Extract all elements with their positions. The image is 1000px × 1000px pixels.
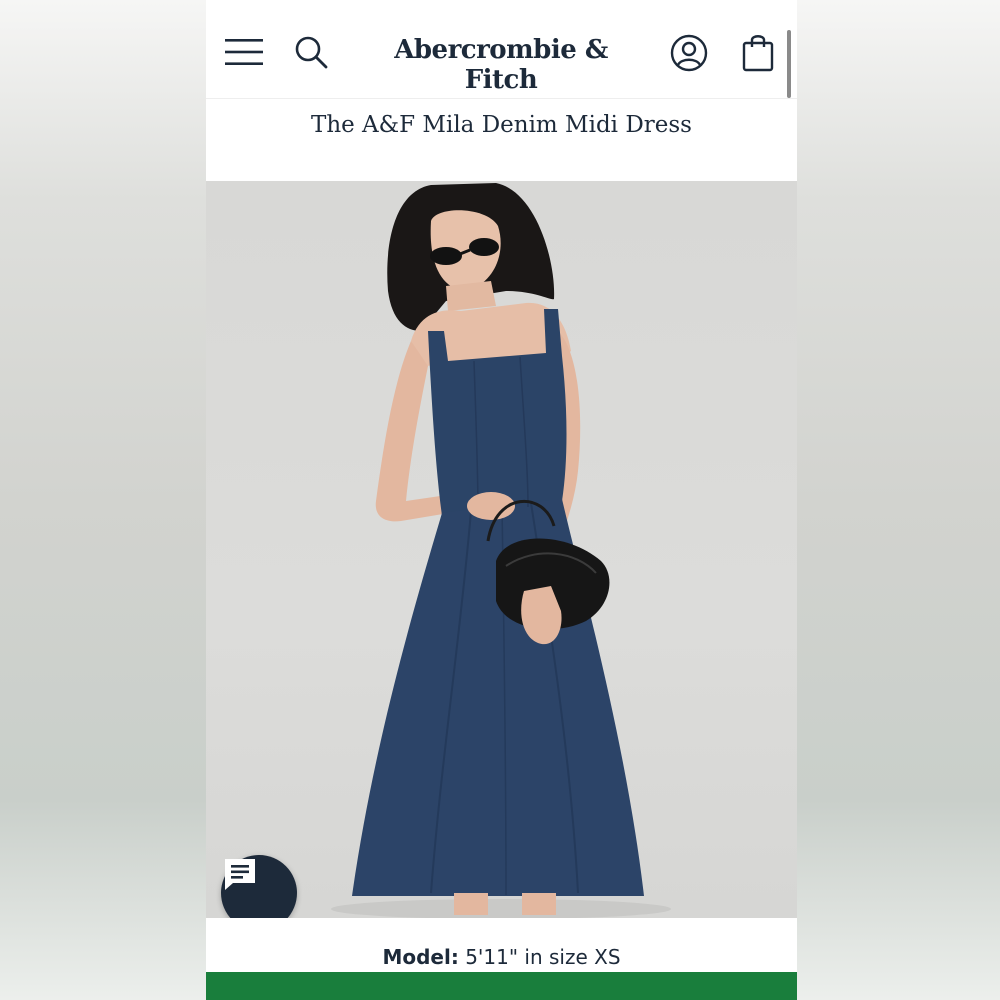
model-info: Model: 5'11" in size XS [206, 918, 797, 972]
background-right [797, 0, 1000, 1000]
brand-logo[interactable]: Abercrombie & Fitch [356, 35, 646, 95]
search-icon[interactable] [292, 33, 330, 71]
chat-bubble-icon [225, 859, 255, 890]
menu-icon[interactable] [224, 34, 264, 70]
model-label: Model: [382, 945, 459, 969]
background-left [0, 0, 206, 1000]
product-title: The A&F Mila Denim Midi Dress [310, 112, 692, 138]
scrollbar[interactable] [787, 30, 791, 98]
shopping-bag-icon[interactable] [740, 30, 776, 74]
mobile-screen: Abercrombie & Fitch The A&F Mila Denim M… [206, 0, 797, 1000]
product-image[interactable] [206, 181, 797, 918]
account-icon[interactable] [669, 33, 709, 73]
add-to-bag-bar[interactable] [206, 972, 797, 1000]
site-header: Abercrombie & Fitch [206, 0, 797, 99]
model-value: 5'11" in size XS [465, 945, 621, 969]
